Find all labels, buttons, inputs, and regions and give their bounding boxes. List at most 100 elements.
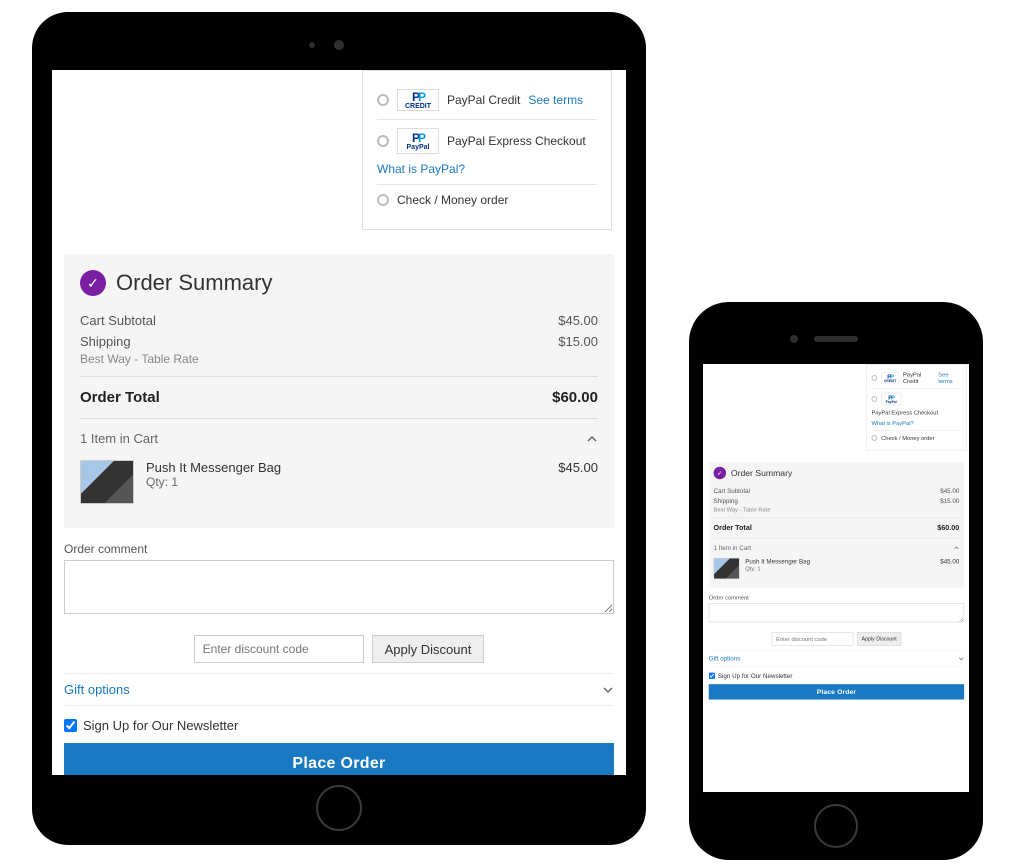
discount-row: Apply Discount: [64, 635, 614, 663]
shipping-value: $15.00: [558, 334, 598, 349]
discount-row: Apply Discount: [709, 632, 964, 645]
radio-icon[interactable]: [377, 135, 389, 147]
payment-option-paypal-credit[interactable]: PPCREDIT PayPal Credit See terms: [377, 81, 597, 119]
newsletter-checkbox[interactable]: [64, 719, 77, 732]
summary-subtotal-row: Cart Subtotal $45.00: [80, 310, 598, 331]
total-label: Order Total: [80, 389, 160, 406]
step-complete-icon: ✓: [80, 270, 106, 296]
phone-home-button[interactable]: [814, 804, 858, 848]
order-comment-label: Order comment: [709, 594, 964, 601]
summary-header: ✓ Order Summary: [80, 270, 598, 296]
chevron-down-icon: [958, 656, 964, 662]
payment-option-check-money-order[interactable]: Check / Money order: [871, 430, 961, 445]
chevron-up-icon: [954, 545, 960, 551]
item-name: Push It Messenger Bag: [745, 558, 934, 565]
gift-options-link[interactable]: Gift options: [64, 682, 130, 697]
payment-option-label: PayPal Credit: [903, 371, 934, 384]
tablet-camera: [334, 40, 344, 50]
payment-option-label: PayPal Credit: [447, 93, 520, 107]
newsletter-checkbox-row[interactable]: Sign Up for Our Newsletter: [64, 712, 614, 743]
radio-icon[interactable]: [871, 396, 877, 402]
gift-options-toggle[interactable]: Gift options: [64, 673, 614, 706]
cart-item-row: Push It Messenger Bag Qty: 1 $45.00: [714, 554, 960, 583]
checkout-page: PPCREDIT PayPal Credit See terms PPPayPa…: [52, 70, 626, 775]
place-order-button[interactable]: Place Order: [64, 743, 614, 775]
payment-option-label: Check / Money order: [881, 435, 934, 442]
order-comment-textarea[interactable]: [709, 603, 964, 622]
payment-option-label: PayPal Express Checkout: [447, 134, 586, 148]
shipping-label: Shipping: [80, 334, 131, 349]
summary-title: Order Summary: [731, 468, 792, 478]
order-summary-panel: ✓ Order Summary Cart Subtotal $45.00 Shi…: [64, 254, 614, 528]
payment-option-label: PayPal Express Checkout: [871, 409, 938, 416]
radio-icon[interactable]: [377, 94, 389, 106]
order-comment-textarea[interactable]: [64, 560, 614, 614]
paypal-credit-logo-icon: PPCREDIT: [881, 373, 899, 384]
see-terms-link[interactable]: See terms: [938, 371, 961, 384]
chevron-up-icon: [586, 433, 598, 445]
order-summary-panel: ✓ Order Summary Cart Subtotal $45.00 Shi…: [709, 462, 964, 588]
chevron-down-icon: [602, 684, 614, 696]
gift-options-link[interactable]: Gift options: [709, 655, 741, 662]
newsletter-checkbox[interactable]: [709, 673, 715, 679]
paypal-logo-icon: PPPayPal: [881, 393, 901, 405]
shipping-label: Shipping: [714, 497, 738, 504]
what-is-paypal-link[interactable]: What is PayPal?: [871, 420, 961, 427]
paypal-logo-icon: PPPayPal: [397, 128, 439, 154]
apply-discount-button[interactable]: Apply Discount: [372, 635, 485, 663]
item-name: Push It Messenger Bag: [146, 460, 546, 475]
item-qty: Qty: 1: [146, 475, 546, 489]
item-price: $45.00: [940, 558, 959, 579]
payment-option-paypal-express[interactable]: PPPayPal PayPal Express Checkout What is…: [871, 388, 961, 430]
subtotal-value: $45.00: [558, 313, 598, 328]
phone-camera: [790, 335, 798, 343]
see-terms-link[interactable]: See terms: [528, 93, 583, 107]
subtotal-value: $45.00: [940, 487, 959, 494]
phone-device-frame: PPCREDIT PayPal Credit See terms PPPayPa…: [689, 302, 983, 860]
item-details: Push It Messenger Bag Qty: 1: [745, 558, 934, 579]
subtotal-label: Cart Subtotal: [80, 313, 156, 328]
cart-items-toggle[interactable]: 1 Item in Cart: [714, 538, 960, 554]
phone-screen: PPCREDIT PayPal Credit See terms PPPayPa…: [703, 364, 969, 792]
summary-subtotal-row: Cart Subtotal $45.00: [714, 486, 960, 496]
subtotal-label: Cart Subtotal: [714, 487, 750, 494]
payment-option-label: Check / Money order: [397, 193, 508, 207]
radio-icon[interactable]: [871, 435, 877, 441]
discount-code-input[interactable]: [194, 635, 364, 663]
total-value: $60.00: [937, 524, 959, 532]
payment-option-check-money-order[interactable]: Check / Money order: [377, 184, 597, 215]
radio-icon[interactable]: [377, 194, 389, 206]
summary-shipping-row: Shipping $15.00: [714, 496, 960, 506]
cart-items-toggle[interactable]: 1 Item in Cart: [80, 418, 598, 452]
checkout-actions: Order comment Apply Discount Gift option…: [709, 594, 964, 699]
tablet-home-button[interactable]: [316, 785, 362, 831]
checkout-page-mobile: PPCREDIT PayPal Credit See terms PPPayPa…: [703, 364, 969, 700]
items-count-label: 1 Item in Cart: [714, 544, 751, 551]
tablet-device-frame: PPCREDIT PayPal Credit See terms PPPayPa…: [32, 12, 646, 845]
shipping-method: Best Way - Table Rate: [80, 352, 598, 377]
summary-total-row: Order Total $60.00: [80, 377, 598, 418]
order-comment-label: Order comment: [64, 542, 614, 556]
gift-options-toggle[interactable]: Gift options: [709, 651, 964, 667]
summary-header: ✓ Order Summary: [714, 467, 960, 479]
apply-discount-button[interactable]: Apply Discount: [857, 632, 901, 645]
newsletter-label: Sign Up for Our Newsletter: [83, 718, 238, 733]
discount-code-input[interactable]: [772, 632, 854, 645]
total-label: Order Total: [714, 524, 752, 532]
payment-option-paypal-express[interactable]: PPPayPal PayPal Express Checkout What is…: [377, 119, 597, 184]
payment-methods-card: PPCREDIT PayPal Credit See terms PPPayPa…: [362, 70, 612, 230]
payment-option-paypal-credit[interactable]: PPCREDIT PayPal Credit See terms: [871, 367, 961, 388]
cart-item-row: Push It Messenger Bag Qty: 1 $45.00: [80, 452, 598, 512]
summary-shipping-row: Shipping $15.00: [80, 331, 598, 352]
place-order-button[interactable]: Place Order: [709, 684, 964, 699]
item-details: Push It Messenger Bag Qty: 1: [146, 460, 546, 504]
step-complete-icon: ✓: [714, 467, 726, 479]
newsletter-checkbox-row[interactable]: Sign Up for Our Newsletter: [709, 669, 964, 684]
checkout-actions: Order comment Apply Discount Gift option…: [64, 542, 614, 775]
tablet-screen: PPCREDIT PayPal Credit See terms PPPayPa…: [52, 70, 626, 775]
radio-icon[interactable]: [871, 375, 877, 381]
what-is-paypal-link[interactable]: What is PayPal?: [377, 162, 597, 176]
shipping-method: Best Way - Table Rate: [714, 506, 960, 518]
items-count-label: 1 Item in Cart: [80, 431, 158, 446]
newsletter-label: Sign Up for Our Newsletter: [718, 672, 793, 679]
